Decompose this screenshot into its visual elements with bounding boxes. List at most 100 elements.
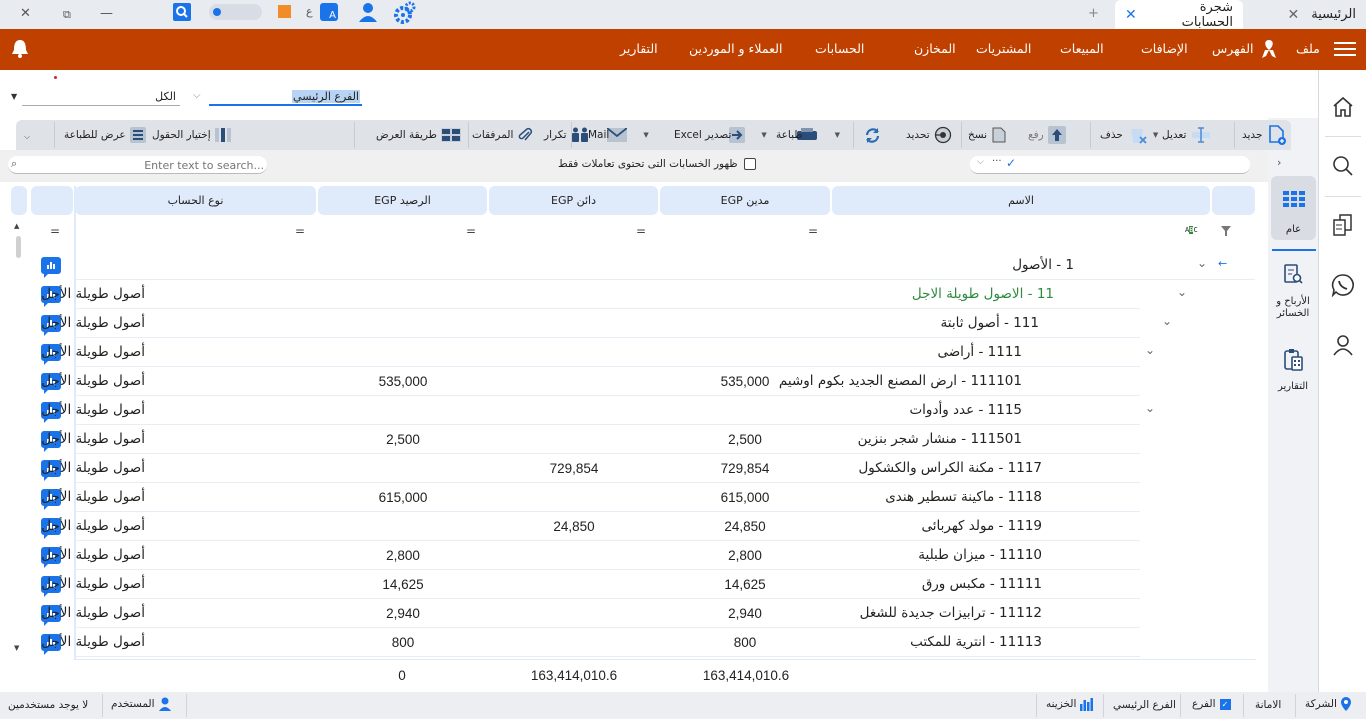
balance-filter-operator[interactable]: = (466, 224, 476, 238)
upload-button[interactable]: رفع (1028, 120, 1066, 150)
expand-chevron-icon[interactable]: ⌄ (1145, 343, 1155, 357)
header-debit[interactable]: مدين EGP (660, 186, 830, 215)
menu-warehouses[interactable]: المخازن (914, 41, 956, 56)
side-panel-reports[interactable]: التقارير (1268, 343, 1318, 403)
header-credit[interactable]: دائن EGP (489, 186, 658, 215)
table-row[interactable]: 1119 - مولد كهربائى 24,850 24,850 أصول طويل… (0, 512, 1260, 541)
scroll-up-arrow[interactable]: ▲ (14, 222, 19, 230)
menu-customers-suppliers[interactable]: العملاء و الموردين (689, 41, 782, 56)
table-row[interactable]: 1118 - ماكينة تسطير هندى 615,000 615,000 أص… (0, 483, 1260, 512)
filter-value-field[interactable]: ⌵ ··· ✓ (970, 156, 1250, 174)
search-input[interactable]: ⌕ (8, 156, 267, 174)
add-tab-button[interactable]: + (1088, 6, 1099, 21)
search-icon[interactable] (173, 3, 191, 21)
table-row[interactable]: 111501 - منشار شجر بنزين 2,500 2,500 أصول ط… (0, 425, 1260, 454)
text-filter-abc-icon[interactable]: ABC (1185, 226, 1198, 234)
copy-button[interactable]: نسخ (968, 120, 1007, 150)
table-row[interactable]: 11 - الاصول طويلة الاجل ⌄ أصول طويلة الأجل (0, 280, 1260, 309)
refresh-select-button[interactable]: تحديد (906, 120, 952, 150)
credit-filter-operator[interactable]: = (636, 224, 646, 238)
table-row[interactable]: 1111 - أراضى ⌄ أصول طويلة الأجل (0, 338, 1260, 367)
chevron-down-icon[interactable]: ⌵ (977, 157, 984, 167)
toolbar-overflow-chevron-icon[interactable]: ⌵ (24, 132, 30, 142)
table-row[interactable]: 111 - أصول ثابتة ⌄ أصول طويلة الأجل (0, 309, 1260, 338)
menu-sales[interactable]: المبيعات (1060, 41, 1104, 56)
documents-icon[interactable] (1331, 213, 1355, 237)
more-icon[interactable]: ··· (992, 156, 1002, 167)
mail-button[interactable]: ▼ Mail (588, 120, 649, 150)
scope-select[interactable]: الكل (22, 90, 180, 106)
close-icon[interactable]: ✕ (1125, 7, 1137, 23)
transactions-only-checkbox[interactable]: ظهور الخسابات التى تحتوى تعاملات فقط (558, 158, 756, 170)
menu-accounts[interactable]: الحسابات (815, 41, 864, 56)
menu-additions[interactable]: الإضافات (1141, 41, 1188, 56)
dropdown-arrow-icon[interactable]: ▼ (11, 92, 17, 101)
header-account-type[interactable]: نوع الحساب (75, 186, 316, 215)
menu-purchases[interactable]: المشتريات (976, 41, 1031, 56)
window-restore-button[interactable]: ⧉ (63, 8, 71, 22)
home-icon[interactable] (1331, 95, 1355, 119)
table-row[interactable]: 1 - الأصول ⌄ ← (0, 251, 1260, 280)
type-filter-operator[interactable]: = (295, 224, 305, 238)
branch-select[interactable]: الفرع الرئيسي (209, 90, 362, 106)
search-text-field[interactable] (26, 157, 264, 173)
window-minimize-button[interactable]: — (100, 6, 113, 21)
menu-index[interactable]: الفهرس (1212, 41, 1254, 56)
side-panel-profit-loss[interactable]: الأرباح و الخسائر (1268, 258, 1318, 328)
debit-filter-operator[interactable]: = (808, 224, 818, 238)
status-trust[interactable]: الامانة (1255, 699, 1281, 711)
language-icon[interactable]: ع (306, 5, 313, 18)
tab-home[interactable]: الرئيسية ✕ (1245, 0, 1366, 29)
close-icon[interactable]: ✕ (1287, 7, 1299, 23)
table-row[interactable]: 11112 - ترابيزات جديدة للشغل 2,940 2,940 أص… (0, 599, 1260, 628)
header-name[interactable]: الاسم (832, 186, 1210, 215)
table-row[interactable]: 1117 - مكنة الكراس والكشكول 729,854 729,85… (0, 454, 1260, 483)
table-row[interactable]: 11113 - انترية للمكتب 800 800 أصول طويلة ال… (0, 628, 1260, 657)
print-button[interactable]: ▼ طباعة (776, 120, 840, 150)
table-row[interactable]: 111101 - ارض المصنع الجديد بكوم اوشيم 535… (0, 367, 1260, 396)
table-row[interactable]: 1115 - عدد وأدوات ⌄ أصول طويلة الأجل (0, 396, 1260, 425)
status-treasury[interactable]: الخزينه (1046, 697, 1094, 711)
menu-file[interactable]: ملف (1296, 41, 1320, 56)
whatsapp-icon[interactable] (1331, 273, 1355, 297)
toggle-switch[interactable] (209, 4, 262, 20)
new-button[interactable]: جديد (1242, 120, 1288, 150)
actions-filter-operator[interactable]: = (50, 224, 60, 238)
view-mode-button[interactable]: طريقة العرض (376, 120, 462, 150)
side-panel-general[interactable]: عام (1271, 176, 1316, 240)
delete-button[interactable]: ▼ حذف (1100, 120, 1158, 150)
status-branch-value[interactable]: الفرع الرئيسي (1113, 699, 1176, 711)
filter-icon[interactable] (1221, 226, 1231, 236)
attachments-button[interactable]: المرفقات (472, 120, 533, 150)
expand-chevron-icon[interactable]: ⌄ (1162, 314, 1172, 328)
search-icon[interactable] (1331, 154, 1355, 178)
translate-icon[interactable]: A (320, 3, 338, 21)
user-icon[interactable] (1331, 333, 1355, 357)
refresh-icon[interactable] (864, 127, 881, 144)
window-close-button[interactable]: ✕ (20, 6, 31, 21)
collapse-chevron-icon[interactable]: › (1277, 156, 1281, 169)
row-chart-icon[interactable] (41, 257, 61, 278)
export-excel-button[interactable]: ▼ تصدير Excel (674, 120, 767, 150)
expand-chevron-icon[interactable]: ⌄ (1197, 256, 1207, 270)
header-balance[interactable]: الرصيد EGP (318, 186, 487, 215)
edit-button[interactable]: تعديل (1162, 120, 1212, 150)
table-row[interactable]: 11111 - مكبس ورق 14,625 14,625 أصول طويلة ا… (0, 570, 1260, 599)
print-view-button[interactable]: عرض للطباعة (64, 120, 146, 150)
settings-icon[interactable] (393, 1, 417, 25)
status-branch[interactable]: ✓ الفرع (1192, 698, 1231, 710)
notes-icon[interactable] (278, 5, 291, 18)
expand-chevron-icon[interactable]: ⌄ (1145, 401, 1155, 415)
menu-reports[interactable]: التقارير (620, 41, 658, 56)
expand-chevron-icon[interactable]: ⌄ (1177, 285, 1187, 299)
check-icon[interactable]: ✓ (1006, 156, 1016, 170)
status-user[interactable]: المستخدم (111, 697, 171, 711)
status-company[interactable]: الشركة (1305, 697, 1351, 711)
checkbox-box[interactable] (743, 158, 756, 170)
bell-icon[interactable] (10, 38, 30, 60)
table-row[interactable]: 11110 - ميزان طبلية 2,800 2,800 أصول طويلة … (0, 541, 1260, 570)
choose-fields-button[interactable]: إختيار الحقول (152, 120, 233, 150)
chevron-down-icon[interactable]: ⌵ (193, 90, 201, 101)
tab-accounts-tree[interactable]: شجرة الحسابات ✕ (1115, 0, 1243, 30)
hamburger-menu-icon[interactable] (1334, 41, 1356, 57)
